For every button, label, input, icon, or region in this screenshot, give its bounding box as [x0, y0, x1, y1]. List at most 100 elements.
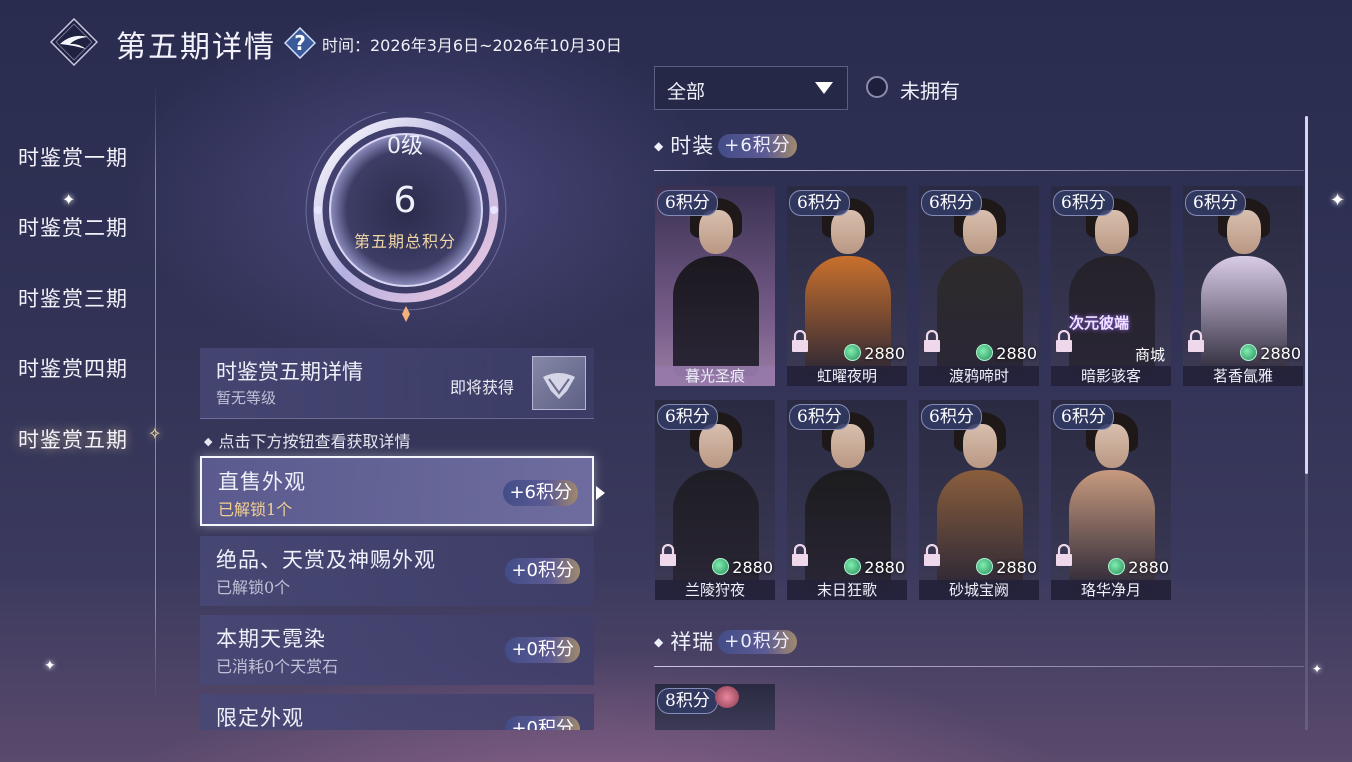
- back-arrow-icon: [49, 17, 99, 67]
- tile-points: 6积分: [789, 404, 850, 430]
- sparkle-icon: ✦: [1330, 190, 1346, 211]
- help-button[interactable]: ?: [283, 26, 317, 60]
- tile-points: 6积分: [657, 190, 718, 216]
- lock-icon: [1056, 330, 1072, 352]
- outfit-preview: [1095, 210, 1129, 254]
- section-points: +6积分: [718, 134, 797, 158]
- outfit-tile[interactable]: 6积分 2880 渡鸦啼时: [919, 186, 1039, 386]
- outfit-preview: [963, 424, 997, 468]
- event-time: 时间：2026年3月6日~2026年10月30日: [322, 36, 622, 55]
- sparkle-icon: ✦: [44, 658, 56, 674]
- lock-icon: [924, 330, 940, 352]
- auspicious-tile[interactable]: 8积分: [655, 684, 775, 730]
- outfit-name: 渡鸦啼时: [919, 366, 1039, 386]
- outfit-preview: [831, 210, 865, 254]
- total-score: 6: [393, 180, 417, 221]
- tile-price: 2880: [976, 558, 1037, 577]
- jade-currency-icon: [844, 558, 862, 575]
- outfit-preview: [831, 424, 865, 468]
- outfit-preview: [1095, 424, 1129, 468]
- source-card-limited[interactable]: 限定外观 +0积分: [200, 694, 594, 730]
- outfit-name: 砂城宝阙: [919, 580, 1039, 600]
- diamond-bullet-icon: ◆: [204, 435, 213, 448]
- tile-price: 2880: [976, 344, 1037, 363]
- reward-icon[interactable]: [532, 356, 586, 410]
- nav-item-period-2[interactable]: 时鉴赏二期: [18, 212, 128, 242]
- outfit-tile[interactable]: 6积分 2880 末日狂歌: [787, 400, 907, 600]
- section-points: +0积分: [718, 630, 797, 654]
- section-auspicious-header: ◆ 祥瑞 +0积分: [654, 626, 797, 656]
- tile-points: 6积分: [1053, 190, 1114, 216]
- nav-item-period-3[interactable]: 时鉴赏三期: [18, 283, 128, 313]
- section-divider: [654, 170, 1304, 171]
- outfit-preview: [673, 256, 759, 376]
- source-title: 绝品、天赏及神赐外观: [216, 548, 436, 572]
- unowned-radio[interactable]: [866, 76, 888, 98]
- source-points: +6积分: [503, 480, 578, 506]
- outfit-tile[interactable]: 6积分 商城 次元彼端 暗影骇客: [1051, 186, 1171, 386]
- period-detail-card[interactable]: 时鉴赏五期详情 暂无等级 即将获得: [200, 348, 594, 419]
- hint-text: ◆ 点击下方按钮查看获取详情: [204, 432, 411, 451]
- source-points: +0积分: [505, 716, 580, 730]
- tile-price: 2880: [1240, 344, 1301, 363]
- nav-item-period-4[interactable]: 时鉴赏四期: [18, 353, 128, 383]
- nav-divider: [155, 85, 156, 700]
- page-title: 第五期详情: [116, 30, 276, 65]
- outfit-tile[interactable]: 6积分 暮光圣痕: [655, 186, 775, 386]
- tile-points: 6积分: [789, 190, 850, 216]
- nav-item-period-1[interactable]: 时鉴赏一期: [18, 142, 128, 172]
- nav-item-period-5[interactable]: 时鉴赏五期: [18, 424, 128, 454]
- lock-icon: [792, 544, 808, 566]
- outfit-preview: [963, 210, 997, 254]
- source-card-premium[interactable]: 绝品、天赏及神赐外观 已解锁0个 +0积分: [200, 536, 594, 606]
- total-score-label: 第五期总积分: [353, 232, 456, 251]
- source-subtitle: 已解锁0个: [216, 578, 291, 597]
- tile-points: 6积分: [921, 404, 982, 430]
- jade-currency-icon: [976, 558, 994, 575]
- outfit-name: 虹曜夜明: [787, 366, 907, 386]
- jade-currency-icon: [1240, 344, 1258, 361]
- tile-price: 2880: [844, 558, 905, 577]
- scrollbar-thumb[interactable]: [1305, 116, 1308, 474]
- section-fashion-header: ◆ 时装 +6积分: [654, 130, 797, 160]
- outfit-preview: [1227, 210, 1261, 254]
- level-text: 0级: [387, 134, 423, 159]
- outfit-name: 珞华净月: [1051, 580, 1171, 600]
- upcoming-label: 即将获得: [450, 378, 515, 397]
- lock-icon: [1056, 544, 1072, 566]
- outfit-tile[interactable]: 6积分 2880 砂城宝阙: [919, 400, 1039, 600]
- source-points: +0积分: [505, 558, 580, 584]
- jade-currency-icon: [1108, 558, 1126, 575]
- source-title: 本期天霓染: [216, 627, 326, 651]
- lock-icon: [792, 330, 808, 352]
- jade-currency-icon: [712, 558, 730, 575]
- svg-text:?: ?: [294, 31, 306, 55]
- source-title: 直售外观: [218, 470, 306, 494]
- back-button[interactable]: [49, 17, 99, 67]
- sparkle-icon: ✦: [1312, 662, 1323, 676]
- source-subtitle: 已消耗0个天赏石: [216, 657, 339, 676]
- category-dropdown[interactable]: 全部: [654, 66, 848, 110]
- source-points: +0积分: [505, 637, 580, 663]
- sparkle-icon: ✦: [62, 190, 76, 209]
- outfit-tile[interactable]: 6积分 2880 兰陵狩夜: [655, 400, 775, 600]
- outfit-tile[interactable]: 6积分 2880 虹曜夜明: [787, 186, 907, 386]
- diamond-bullet-icon: ◆: [654, 635, 665, 649]
- source-card-dye[interactable]: 本期天霓染 已消耗0个天赏石 +0积分: [200, 615, 594, 685]
- outfit-tile[interactable]: 6积分 2880 茗香氤雅: [1183, 186, 1303, 386]
- detail-level: 暂无等级: [216, 389, 277, 407]
- tile-points: 6积分: [657, 404, 718, 430]
- tile-price: 2880: [1108, 558, 1169, 577]
- jade-currency-icon: [976, 344, 994, 361]
- unowned-label[interactable]: 未拥有: [900, 75, 960, 104]
- outfit-tile[interactable]: 6积分 2880 珞华净月: [1051, 400, 1171, 600]
- outfit-preview: [699, 210, 733, 254]
- active-indicator-icon: ✧: [148, 424, 162, 443]
- tile-price: 2880: [844, 344, 905, 363]
- section-divider: [654, 666, 1304, 667]
- outfit-preview: [699, 424, 733, 468]
- source-card-direct-sale[interactable]: 直售外观 已解锁1个 +6积分: [200, 456, 594, 526]
- tile-shop-label: 商城: [1134, 346, 1165, 364]
- question-icon: ?: [283, 26, 317, 60]
- lock-icon: [660, 544, 676, 566]
